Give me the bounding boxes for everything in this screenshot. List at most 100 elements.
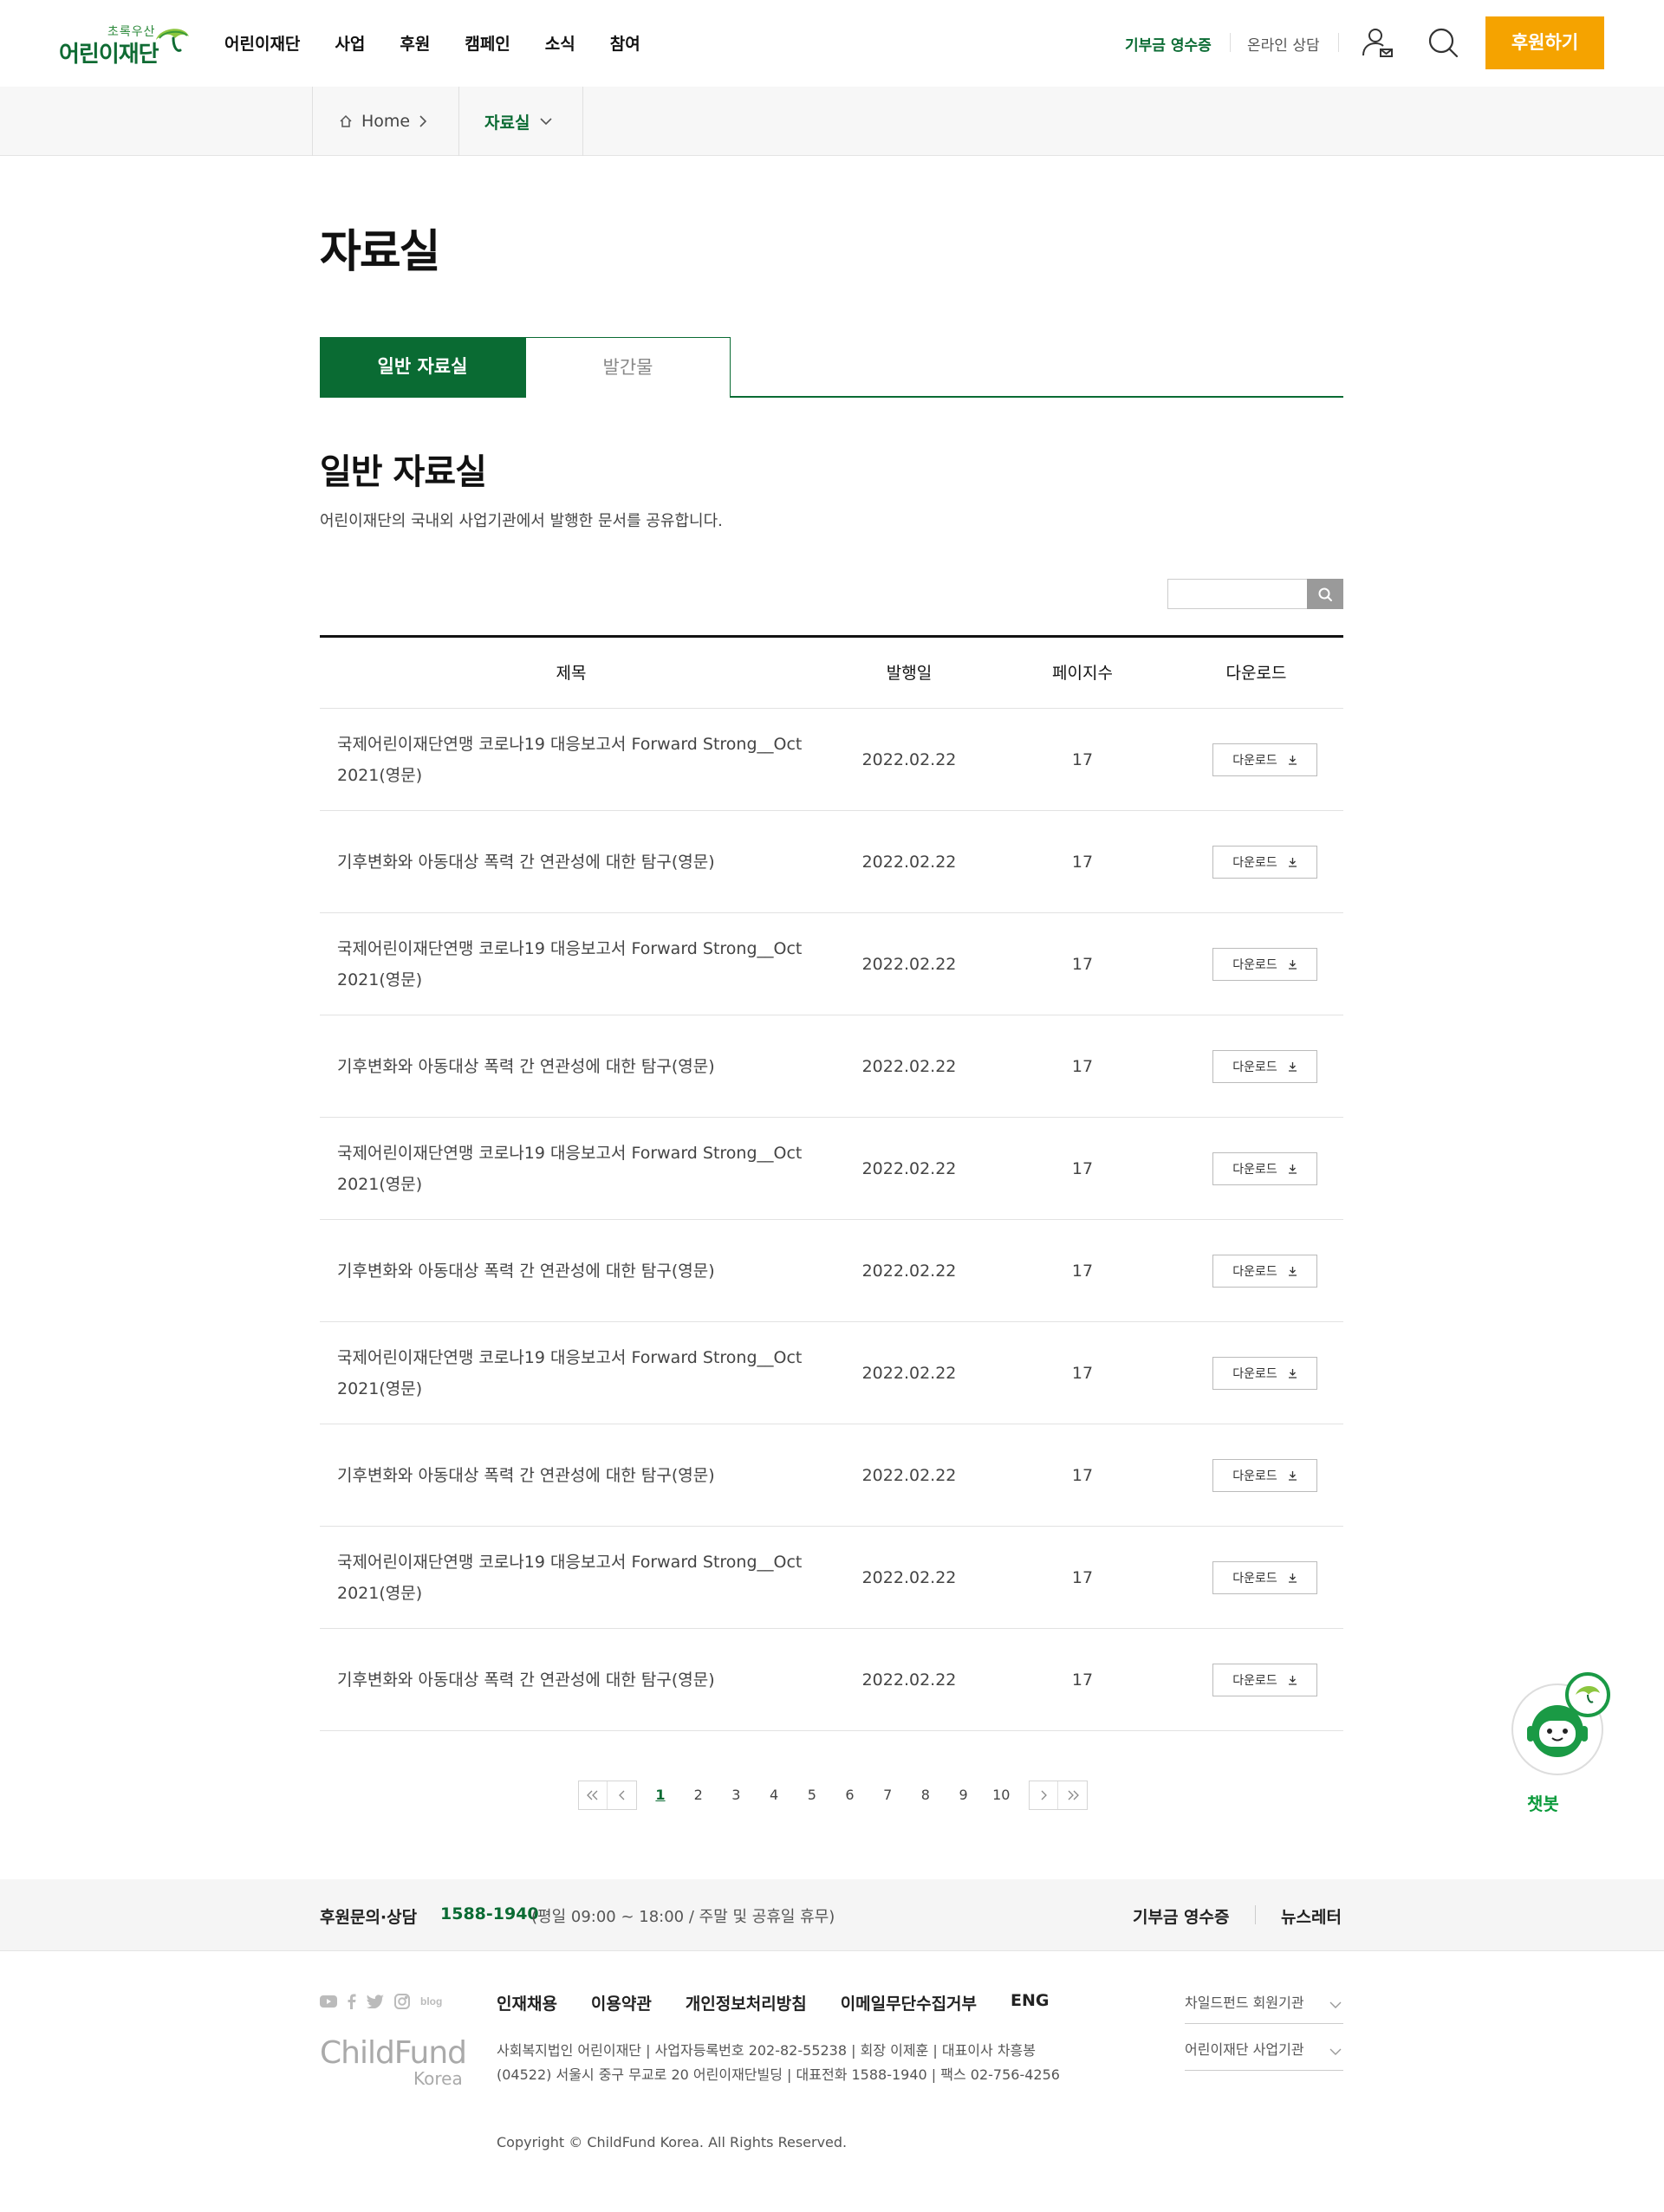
row-title[interactable]: 국제어린이재단연맹 코로나19 대응보고서 Forward Strong__Oc… [337, 709, 822, 811]
row-title[interactable]: 국제어린이재단연맹 코로나19 대응보고서 Forward Strong__Oc… [337, 913, 822, 1015]
nav-item-business[interactable]: 사업 [335, 31, 365, 55]
footer-divider [1255, 1905, 1256, 1924]
next-page-icon[interactable] [1030, 1781, 1058, 1809]
childfund-logo-text: ChildFund [320, 2035, 467, 2071]
table-row: 기후변화와 아동대상 폭력 간 연관성에 대한 탐구(영문) 2022.02.22… [320, 811, 1343, 913]
row-pages: 17 [1071, 1262, 1094, 1281]
row-title[interactable]: 기후변화와 아동대상 폭력 간 연관성에 대한 탐구(영문) [337, 1629, 822, 1731]
chatbot-button[interactable]: 챗봇 [1510, 1669, 1614, 1816]
table-row: 기후변화와 아동대상 폭력 간 연관성에 대한 탐구(영문) 2022.02.22… [320, 1629, 1343, 1731]
download-label: 다운로드 [1232, 1367, 1277, 1381]
facebook-icon[interactable] [348, 1994, 356, 2009]
footer-link-terms[interactable]: 이용약관 [591, 1991, 652, 2014]
footer-link-no-email-collection[interactable]: 이메일무단수집거부 [841, 1991, 977, 2014]
blog-icon[interactable]: blog [420, 1995, 442, 2008]
row-title[interactable]: 기후변화와 아동대상 폭력 간 연관성에 대한 탐구(영문) [337, 811, 822, 913]
section-description: 어린이재단의 국내외 사업기관에서 발행한 문서를 공유합니다. [320, 512, 723, 530]
row-pages: 17 [1071, 1466, 1094, 1485]
row-title[interactable]: 기후변화와 아동대상 폭력 간 연관성에 대한 탐구(영문) [337, 1424, 822, 1527]
page-number[interactable]: 3 [723, 1781, 749, 1810]
download-button[interactable]: 다운로드 [1212, 743, 1317, 776]
page-number[interactable]: 2 [686, 1781, 712, 1810]
site-logo[interactable]: 초록우산 어린이재단 [59, 23, 189, 68]
row-title[interactable]: 국제어린이재단연맹 코로나19 대응보고서 Forward Strong__Oc… [337, 1322, 822, 1424]
search-icon[interactable] [1427, 26, 1459, 59]
download-icon [1288, 1164, 1297, 1174]
row-title[interactable]: 기후변화와 아동대상 폭력 간 연관성에 대한 탐구(영문) [337, 1015, 822, 1118]
search-input[interactable] [1167, 579, 1308, 609]
twitter-icon[interactable] [367, 1995, 384, 2008]
page-number[interactable]: 10 [988, 1781, 1014, 1810]
row-date: 2022.02.22 [861, 1159, 957, 1178]
download-button[interactable]: 다운로드 [1212, 1152, 1317, 1185]
download-label: 다운로드 [1232, 1674, 1277, 1688]
footer-link-careers[interactable]: 인재채용 [497, 1991, 557, 2014]
download-button[interactable]: 다운로드 [1212, 1561, 1317, 1594]
family-site-select-childfund[interactable]: 차일드펀드 회원기관 [1185, 1991, 1343, 2024]
nav-item-foundation[interactable]: 어린이재단 [224, 31, 300, 55]
last-page-icon[interactable] [1058, 1781, 1087, 1809]
search-button[interactable] [1307, 579, 1343, 609]
breadcrumb-home[interactable]: Home [312, 87, 459, 156]
youtube-icon[interactable] [320, 1995, 337, 2008]
chatbot-robot-icon [1511, 1672, 1610, 1775]
download-button[interactable]: 다운로드 [1212, 1664, 1317, 1696]
download-button[interactable]: 다운로드 [1212, 1050, 1317, 1083]
download-button[interactable]: 다운로드 [1212, 948, 1317, 981]
family-site-select-business[interactable]: 어린이재단 사업기관 [1185, 2038, 1343, 2071]
nav-item-news[interactable]: 소식 [545, 31, 575, 55]
row-date: 2022.02.22 [861, 1670, 957, 1690]
page-number[interactable]: 5 [799, 1781, 825, 1810]
download-label: 다운로드 [1232, 958, 1277, 972]
download-button[interactable]: 다운로드 [1212, 846, 1317, 879]
table-row: 국제어린이재단연맹 코로나19 대응보고서 Forward Strong__Oc… [320, 1118, 1343, 1220]
footer-receipt-link[interactable]: 기부금 영수증 [1133, 1904, 1230, 1928]
column-header-title: 제목 [556, 664, 587, 683]
download-icon [1288, 960, 1297, 970]
breadcrumb-current[interactable]: 자료실 [459, 87, 583, 156]
donation-receipt-link[interactable]: 기부금 영수증 [1125, 33, 1212, 55]
footer-link-privacy[interactable]: 개인정보처리방침 [686, 1991, 807, 2014]
column-header-download: 다운로드 [1225, 664, 1287, 683]
family-site-label: 차일드펀드 회원기관 [1185, 1995, 1304, 2011]
donate-button[interactable]: 후원하기 [1485, 16, 1604, 69]
download-label: 다운로드 [1232, 856, 1277, 870]
tab-general-archive[interactable]: 일반 자료실 [320, 337, 525, 398]
page-number[interactable]: 8 [913, 1781, 939, 1810]
footer-contact-bar: 후원문의·상담 1588-1940 (평일 09:00 ~ 18:00 / 주말… [0, 1879, 1664, 1951]
instagram-icon[interactable] [394, 1994, 410, 2009]
user-icon[interactable] [1361, 26, 1394, 59]
main-nav: 어린이재단 사업 후원 캠페인 소식 참여 [224, 31, 675, 55]
download-button[interactable]: 다운로드 [1212, 1357, 1317, 1390]
row-pages: 17 [1071, 1364, 1094, 1383]
support-phone[interactable]: 1588-1940 [440, 1904, 539, 1923]
row-title[interactable]: 기후변화와 아동대상 폭력 간 연관성에 대한 탐구(영문) [337, 1220, 822, 1322]
page-number[interactable]: 7 [874, 1781, 900, 1810]
logo-title: 어린이재단 [59, 42, 159, 68]
nav-item-participate[interactable]: 참여 [610, 31, 640, 55]
download-button[interactable]: 다운로드 [1212, 1255, 1317, 1288]
page-number[interactable]: 4 [761, 1781, 787, 1810]
page-number[interactable]: 9 [951, 1781, 977, 1810]
newsletter-link[interactable]: 뉴스레터 [1281, 1904, 1342, 1928]
footer-link-english[interactable]: ENG [1011, 1991, 1049, 2014]
nav-item-campaign[interactable]: 캠페인 [465, 31, 510, 55]
nav-item-support[interactable]: 후원 [400, 31, 430, 55]
row-pages: 17 [1071, 750, 1094, 769]
table-row: 기후변화와 아동대상 폭력 간 연관성에 대한 탐구(영문) 2022.02.22… [320, 1424, 1343, 1527]
row-title[interactable]: 국제어린이재단연맹 코로나19 대응보고서 Forward Strong__Oc… [337, 1527, 822, 1629]
page-number[interactable]: 6 [837, 1781, 863, 1810]
prev-page-icon[interactable] [608, 1781, 636, 1809]
pagination-next-group [1029, 1781, 1088, 1810]
umbrella-leaf-icon [156, 29, 189, 52]
copyright: Copyright © ChildFund Korea. All Rights … [497, 2134, 848, 2150]
download-button[interactable]: 다운로드 [1212, 1459, 1317, 1492]
company-address: (04522) 서울시 중구 무교로 20 어린이재단빌딩 | 대표전화 158… [497, 2066, 1060, 2083]
row-title[interactable]: 국제어린이재단연맹 코로나19 대응보고서 Forward Strong__Oc… [337, 1118, 822, 1220]
download-icon [1288, 756, 1297, 765]
tab-publications[interactable]: 발간물 [525, 337, 731, 398]
online-consult-link[interactable]: 온라인 상담 [1247, 33, 1320, 55]
table-row: 국제어린이재단연맹 코로나19 대응보고서 Forward Strong__Oc… [320, 1527, 1343, 1629]
first-page-icon[interactable] [579, 1781, 608, 1809]
page-number[interactable]: 1 [647, 1781, 673, 1810]
